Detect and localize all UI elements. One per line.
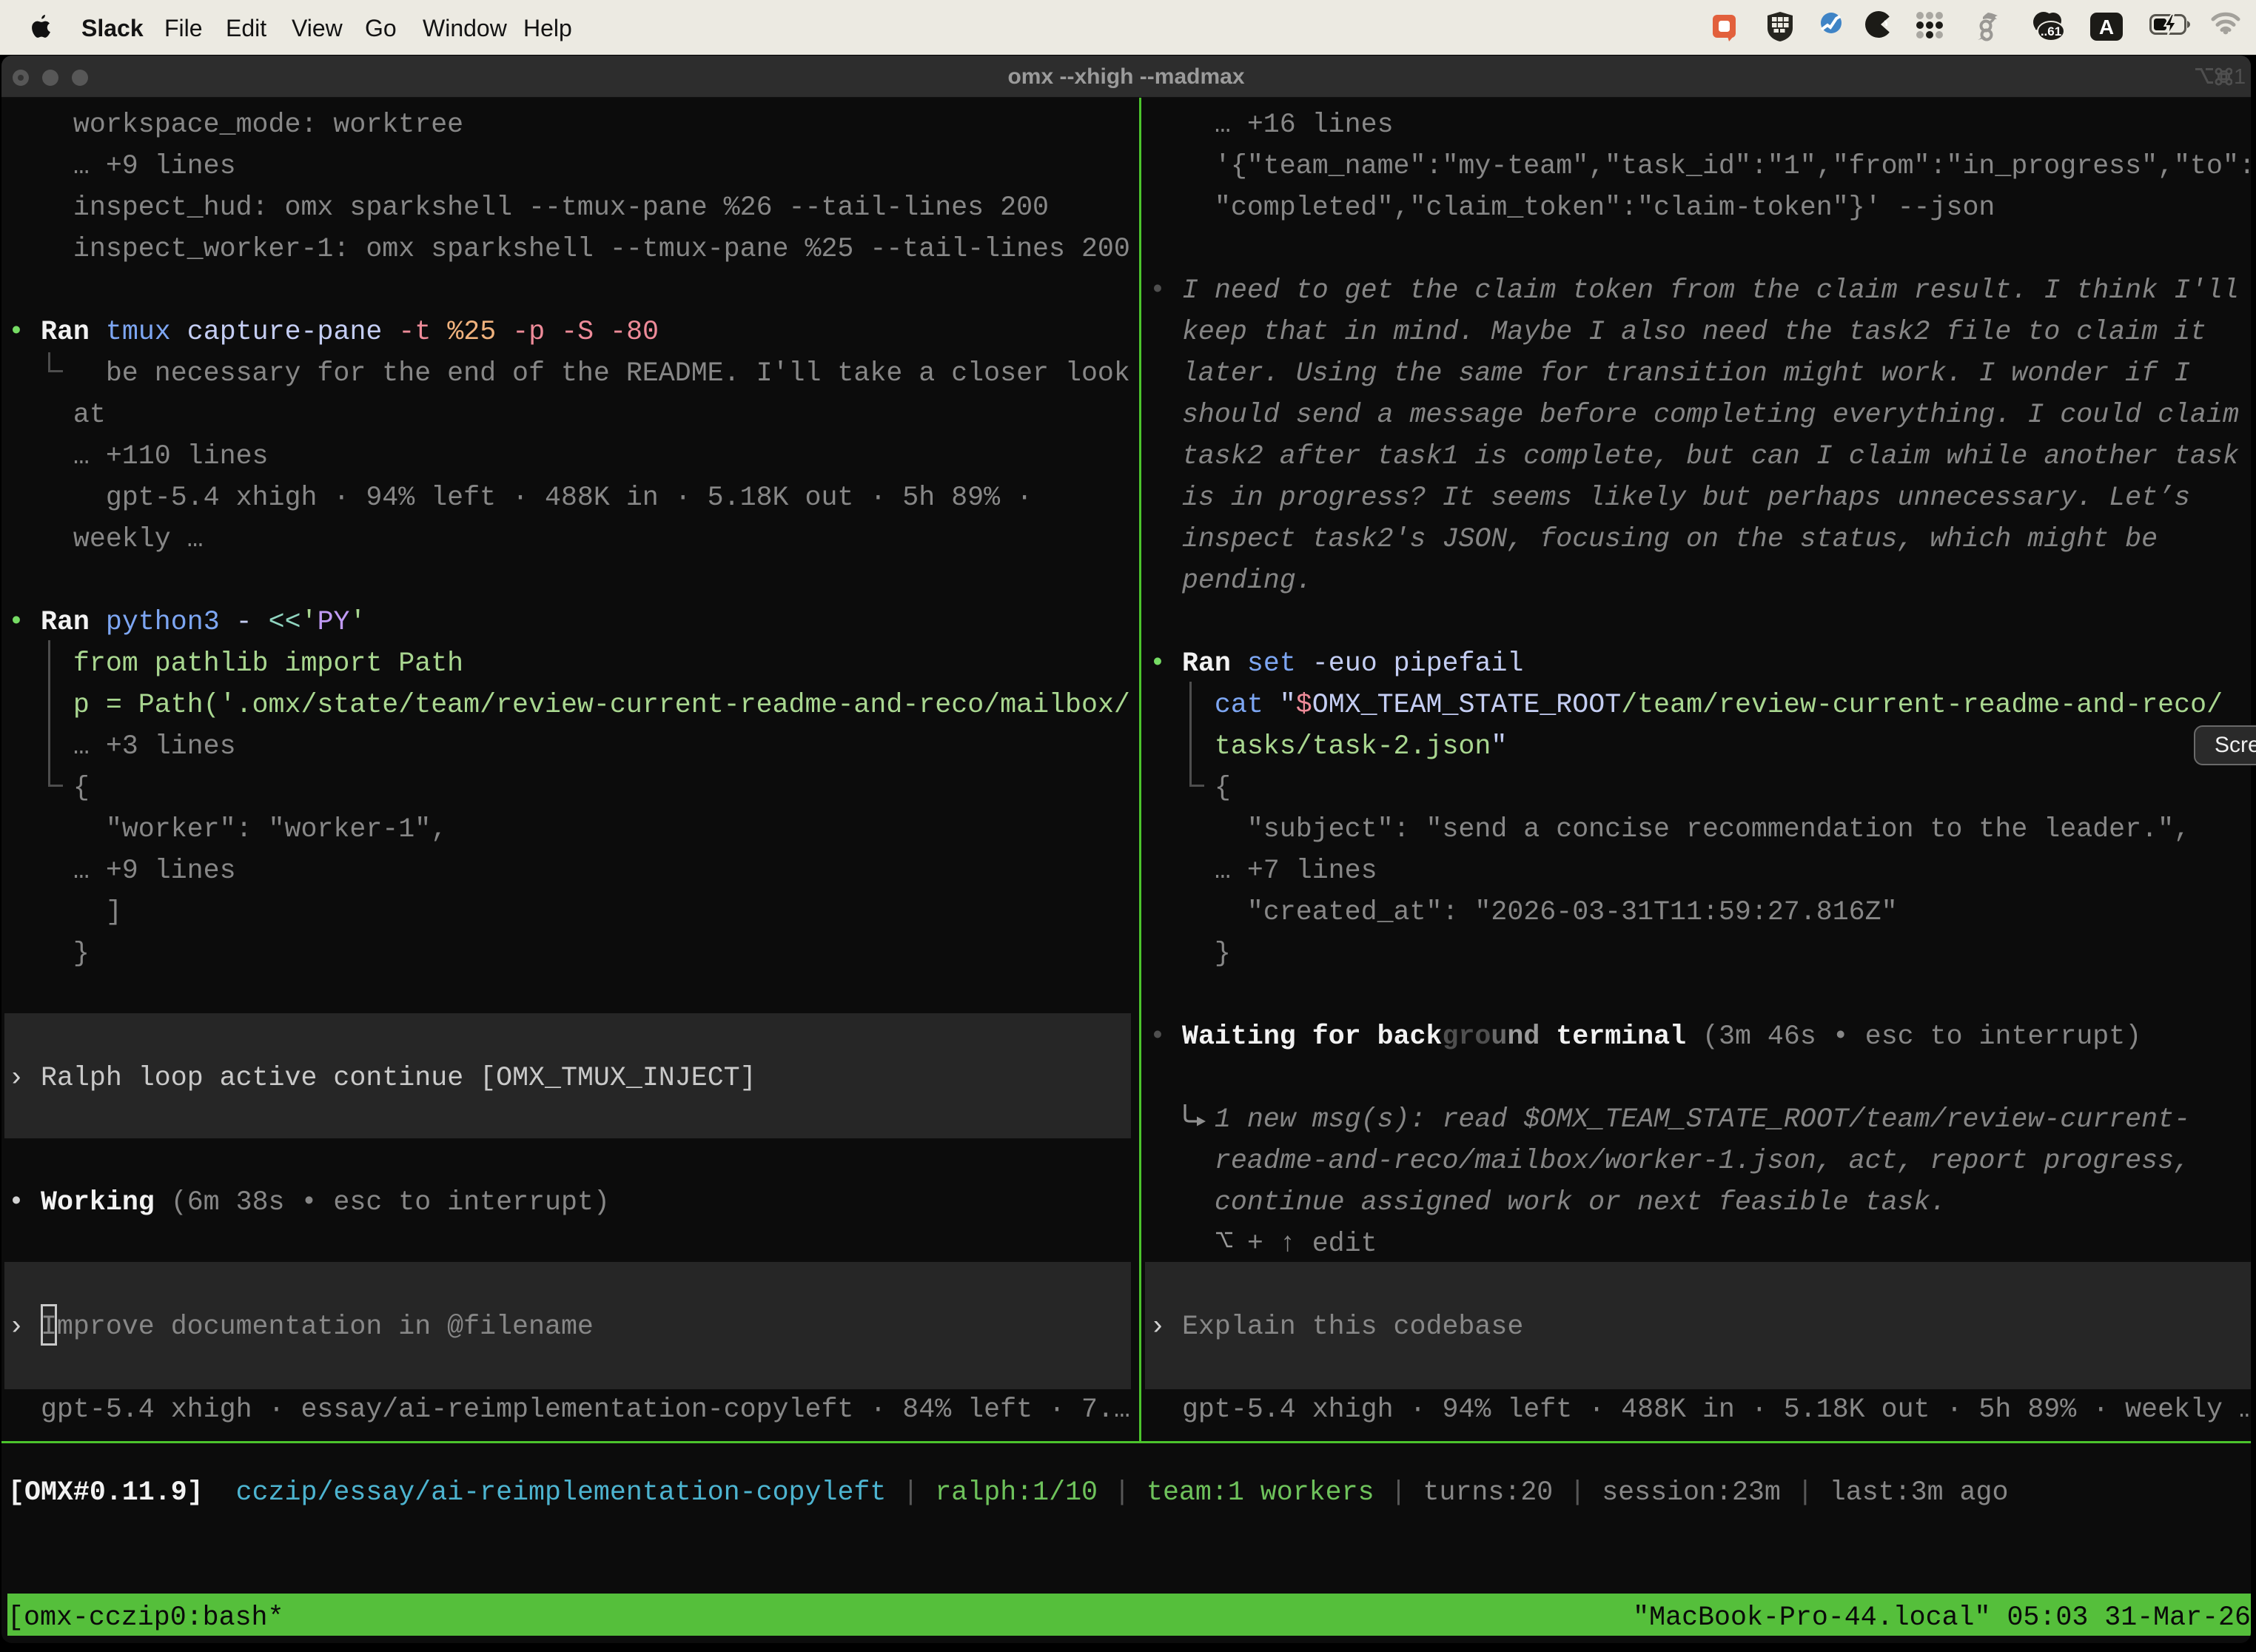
svg-text:..61: ..61 [2041,24,2061,38]
